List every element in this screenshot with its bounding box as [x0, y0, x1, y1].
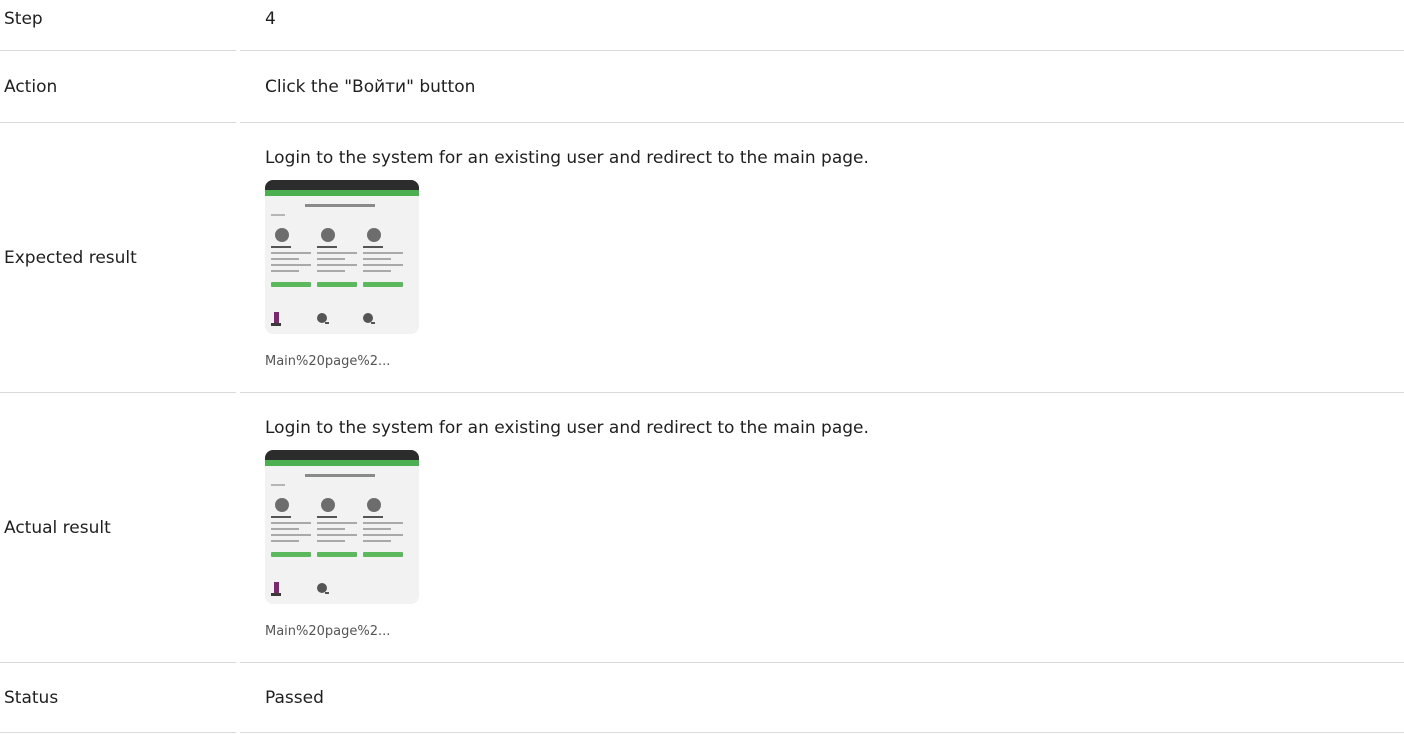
thumb-line — [363, 521, 403, 524]
product-icon — [367, 497, 381, 512]
actual-result-text: Login to the system for an existing user… — [265, 417, 869, 438]
thumb-greenbar — [265, 459, 419, 466]
thumb-column — [317, 227, 357, 287]
thumb-line — [363, 539, 391, 542]
expected-result-label: Expected result — [4, 248, 137, 268]
thumb-line — [271, 245, 291, 248]
thumb-line — [363, 263, 403, 266]
thumb-line — [271, 257, 299, 260]
thumb-line — [363, 533, 403, 536]
thumb-greenbar — [265, 189, 419, 196]
thumb-line — [271, 263, 311, 266]
thumb-button — [317, 281, 357, 287]
product-icon — [271, 311, 281, 326]
thumb-column — [363, 227, 403, 287]
thumb-button — [271, 281, 311, 287]
expected-result-block: Login to the system for an existing user… — [265, 148, 869, 369]
expected-result-text: Login to the system for an existing user… — [265, 147, 869, 168]
thumb-line — [317, 515, 337, 518]
product-icon — [275, 497, 289, 512]
thumb-line — [317, 257, 345, 260]
thumb-sidebar — [271, 483, 285, 486]
thumb-line — [317, 269, 345, 272]
thumb-line — [317, 539, 345, 542]
thumb-topbar — [265, 449, 419, 460]
row-divider — [0, 731, 236, 733]
product-icon — [317, 312, 329, 324]
row-status: Status Passed — [0, 663, 1404, 733]
thumb-line — [271, 521, 311, 524]
step-label: Step — [4, 9, 43, 29]
thumb-line — [363, 257, 391, 260]
expected-result-thumbnail[interactable] — [265, 179, 419, 334]
thumb-line — [317, 527, 345, 530]
thumb-heading — [305, 203, 375, 207]
row-actual-result: Actual result Login to the system for an… — [0, 393, 1404, 663]
thumb-line — [363, 515, 383, 518]
thumb-topbar — [265, 179, 419, 190]
thumb-line — [317, 251, 357, 254]
thumb-column — [317, 497, 357, 557]
thumb-column — [271, 497, 311, 557]
product-icon — [271, 581, 281, 596]
actual-result-cell: Login to the system for an existing user… — [265, 393, 1404, 663]
action-value: Click the "Войти" button — [265, 77, 476, 97]
action-label: Action — [4, 77, 58, 97]
status-value: Passed — [265, 688, 324, 708]
expected-result-cell: Login to the system for an existing user… — [265, 123, 1404, 393]
thumb-line — [363, 251, 403, 254]
thumb-line — [271, 527, 299, 530]
thumb-line — [317, 263, 357, 266]
status-label: Status — [4, 688, 59, 708]
expected-attachment-caption[interactable]: Main%20page%2... — [265, 354, 869, 369]
actual-result-label: Actual result — [4, 518, 111, 538]
thumb-line — [271, 539, 299, 542]
thumb-line — [271, 251, 311, 254]
thumb-button — [271, 551, 311, 557]
thumb-line — [363, 245, 383, 248]
product-icon — [275, 227, 289, 242]
thumb-column — [271, 227, 311, 287]
thumb-line — [317, 533, 357, 536]
test-step-table: Step 4 Action Click the "Войти" button E… — [0, 0, 1404, 733]
row-step: Step 4 — [0, 0, 1404, 51]
thumb-button — [317, 551, 357, 557]
step-value: 4 — [265, 9, 276, 29]
product-icon — [321, 227, 335, 242]
product-icon — [317, 582, 329, 594]
thumb-column — [363, 497, 403, 557]
thumb-line — [271, 533, 311, 536]
thumb-line — [363, 269, 391, 272]
thumb-line — [271, 269, 299, 272]
thumb-button — [363, 281, 403, 287]
row-divider — [240, 731, 1404, 733]
thumb-line — [317, 245, 337, 248]
thumb-button — [363, 551, 403, 557]
actual-attachment-caption[interactable]: Main%20page%2... — [265, 624, 869, 639]
thumb-heading — [305, 473, 375, 477]
product-icon — [321, 497, 335, 512]
thumb-line — [363, 527, 391, 530]
row-action: Action Click the "Войти" button — [0, 51, 1404, 123]
row-expected-result: Expected result Login to the system for … — [0, 123, 1404, 393]
product-icon — [363, 312, 375, 324]
thumb-line — [317, 521, 357, 524]
product-icon — [367, 227, 381, 242]
thumb-line — [271, 515, 291, 518]
thumb-sidebar — [271, 213, 285, 216]
actual-result-block: Login to the system for an existing user… — [265, 418, 869, 639]
actual-result-thumbnail[interactable] — [265, 449, 419, 604]
